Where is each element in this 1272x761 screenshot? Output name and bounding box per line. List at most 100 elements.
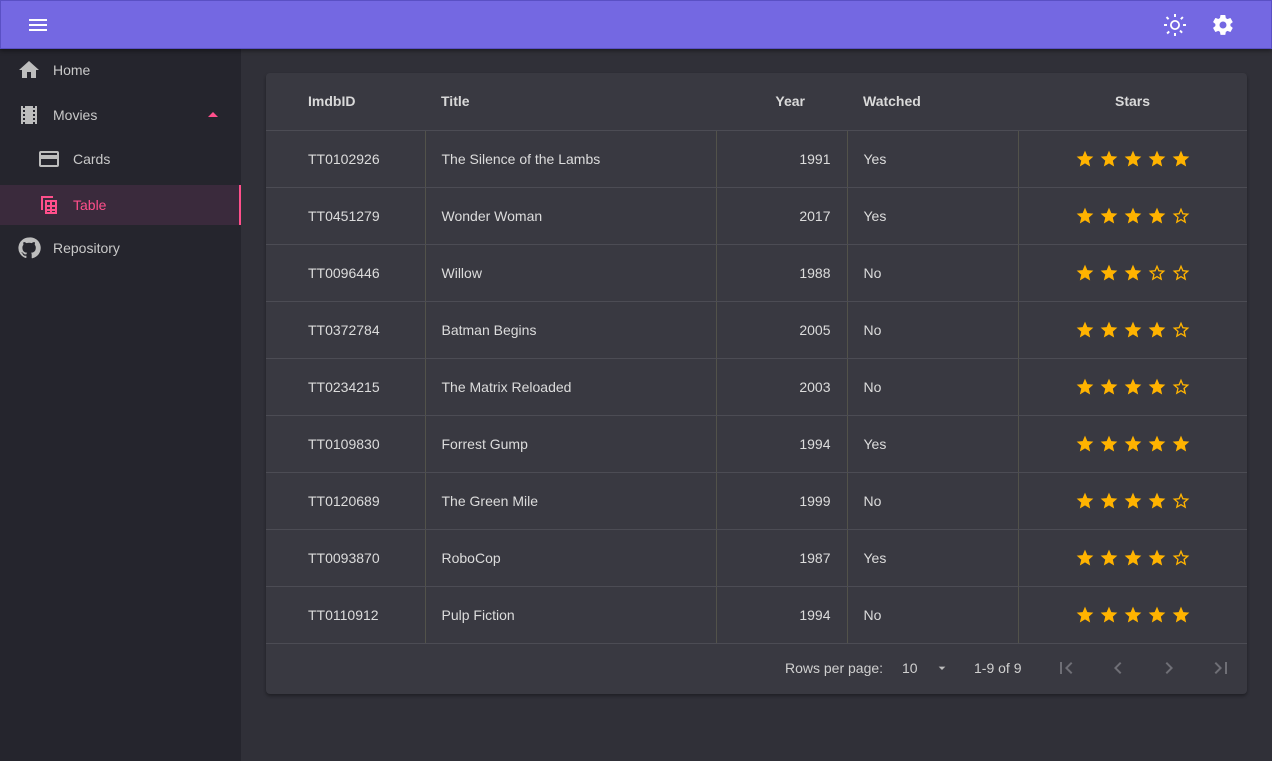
column-header-title[interactable]: Title	[425, 73, 716, 131]
star-filled-icon	[1100, 492, 1118, 508]
cell-title: Forrest Gump	[425, 415, 717, 473]
cell-year: 2017	[716, 187, 848, 245]
sidebar-item-table[interactable]: Table	[0, 185, 241, 225]
sidebar-item-label: Movies	[53, 107, 98, 123]
cell-imdbid: TT0234215	[266, 358, 426, 416]
star-filled-icon	[1124, 321, 1142, 337]
star-filled-icon	[1148, 321, 1166, 337]
star-filled-icon	[1124, 492, 1142, 508]
cell-imdbid: TT0120689	[266, 472, 426, 530]
star-filled-icon	[1148, 549, 1166, 565]
table-row[interactable]: TT0110912 Pulp Fiction 1994 No	[266, 586, 1247, 644]
star-filled-icon	[1124, 606, 1142, 622]
movies-table-card: ImdbID Title Year Watched Stars TT010292…	[266, 73, 1247, 694]
cell-imdbid: TT0093870	[266, 529, 426, 587]
star-filled-icon	[1076, 606, 1094, 622]
cell-title: Pulp Fiction	[425, 586, 717, 644]
chevron-down-icon[interactable]	[934, 660, 950, 676]
star-filled-icon	[1148, 150, 1166, 166]
star-outline-icon	[1172, 321, 1190, 337]
star-rating	[1075, 377, 1191, 397]
last-page-icon[interactable]	[1209, 656, 1233, 680]
star-filled-icon	[1172, 150, 1190, 166]
star-outline-icon	[1172, 264, 1190, 280]
cell-watched: Yes	[847, 529, 1019, 587]
cell-imdbid: TT0110912	[266, 586, 426, 644]
cell-watched: No	[847, 358, 1019, 416]
first-page-icon[interactable]	[1054, 656, 1078, 680]
next-page-icon[interactable]	[1157, 656, 1181, 680]
star-filled-icon	[1100, 150, 1118, 166]
star-filled-icon	[1124, 549, 1142, 565]
star-rating	[1075, 491, 1191, 511]
sidebar-item-label: Home	[53, 62, 91, 78]
sidebar-item-label: Repository	[53, 240, 120, 256]
sidebar-item-cards[interactable]: Cards	[0, 139, 241, 179]
star-outline-icon	[1172, 207, 1190, 223]
star-filled-icon	[1148, 378, 1166, 394]
cell-year: 1988	[716, 244, 848, 302]
column-header-imdbid[interactable]: ImdbID	[266, 73, 425, 131]
cell-imdbid: TT0451279	[266, 187, 426, 245]
table-row[interactable]: TT0372784 Batman Begins 2005 No	[266, 301, 1247, 359]
star-filled-icon	[1100, 606, 1118, 622]
menu-icon[interactable]	[18, 5, 58, 45]
table-row[interactable]: TT0120689 The Green Mile 1999 No	[266, 472, 1247, 530]
cell-stars	[1018, 130, 1247, 188]
star-filled-icon	[1172, 606, 1190, 622]
cell-stars	[1018, 358, 1247, 416]
cell-title: The Green Mile	[425, 472, 717, 530]
star-filled-icon	[1124, 264, 1142, 280]
cell-watched: No	[847, 301, 1019, 359]
sidebar-item-home[interactable]: Home	[0, 50, 241, 90]
column-header-stars[interactable]: Stars	[1018, 73, 1247, 131]
star-rating	[1075, 320, 1191, 340]
cell-imdbid: TT0109830	[266, 415, 426, 473]
star-filled-icon	[1100, 321, 1118, 337]
star-filled-icon	[1148, 207, 1166, 223]
cell-year: 1999	[716, 472, 848, 530]
rows-per-page-select[interactable]: 10	[902, 660, 918, 676]
star-filled-icon	[1124, 435, 1142, 451]
star-outline-icon	[1172, 492, 1190, 508]
table-row[interactable]: TT0234215 The Matrix Reloaded 2003 No	[266, 358, 1247, 416]
caret-up-icon	[208, 112, 218, 117]
sidebar: Home Movies Cards Table Repository	[0, 49, 241, 761]
cell-title: Wonder Woman	[425, 187, 717, 245]
cell-year: 1994	[716, 415, 848, 473]
cell-watched: Yes	[847, 187, 1019, 245]
cell-stars	[1018, 586, 1247, 644]
star-filled-icon	[1076, 492, 1094, 508]
cell-watched: No	[847, 244, 1019, 302]
gear-icon[interactable]	[1203, 5, 1243, 45]
table-row[interactable]: TT0451279 Wonder Woman 2017 Yes	[266, 187, 1247, 245]
star-filled-icon	[1148, 606, 1166, 622]
brightness-icon[interactable]	[1155, 5, 1195, 45]
cell-title: Batman Begins	[425, 301, 717, 359]
sidebar-item-label: Cards	[73, 151, 111, 167]
star-filled-icon	[1148, 492, 1166, 508]
column-header-watched[interactable]: Watched	[847, 73, 1018, 131]
table-row[interactable]: TT0093870 RoboCop 1987 Yes	[266, 529, 1247, 587]
table-row[interactable]: TT0096446 Willow 1988 No	[266, 244, 1247, 302]
table-row[interactable]: TT0102926 The Silence of the Lambs 1991 Yes	[266, 130, 1247, 188]
table-header-row: ImdbID Title Year Watched Stars	[266, 73, 1247, 131]
table-row[interactable]: TT0109830 Forrest Gump 1994 Yes	[266, 415, 1247, 473]
cell-imdbid: TT0372784	[266, 301, 426, 359]
sidebar-item-label: Table	[73, 197, 107, 213]
previous-page-icon[interactable]	[1106, 656, 1130, 680]
cell-stars	[1018, 472, 1247, 530]
sidebar-item-movies[interactable]: Movies	[0, 95, 241, 135]
github-icon	[18, 237, 41, 259]
cell-title: The Silence of the Lambs	[425, 130, 717, 188]
sidebar-item-repository[interactable]: Repository	[0, 228, 241, 268]
star-filled-icon	[1148, 435, 1166, 451]
star-filled-icon	[1172, 435, 1190, 451]
app-bar	[0, 0, 1272, 49]
star-rating	[1075, 548, 1191, 568]
star-rating	[1075, 206, 1191, 226]
star-filled-icon	[1076, 378, 1094, 394]
column-header-year[interactable]: Year	[716, 73, 847, 131]
star-outline-icon	[1172, 549, 1190, 565]
pagination-range: 1-9 of 9	[974, 660, 1022, 676]
